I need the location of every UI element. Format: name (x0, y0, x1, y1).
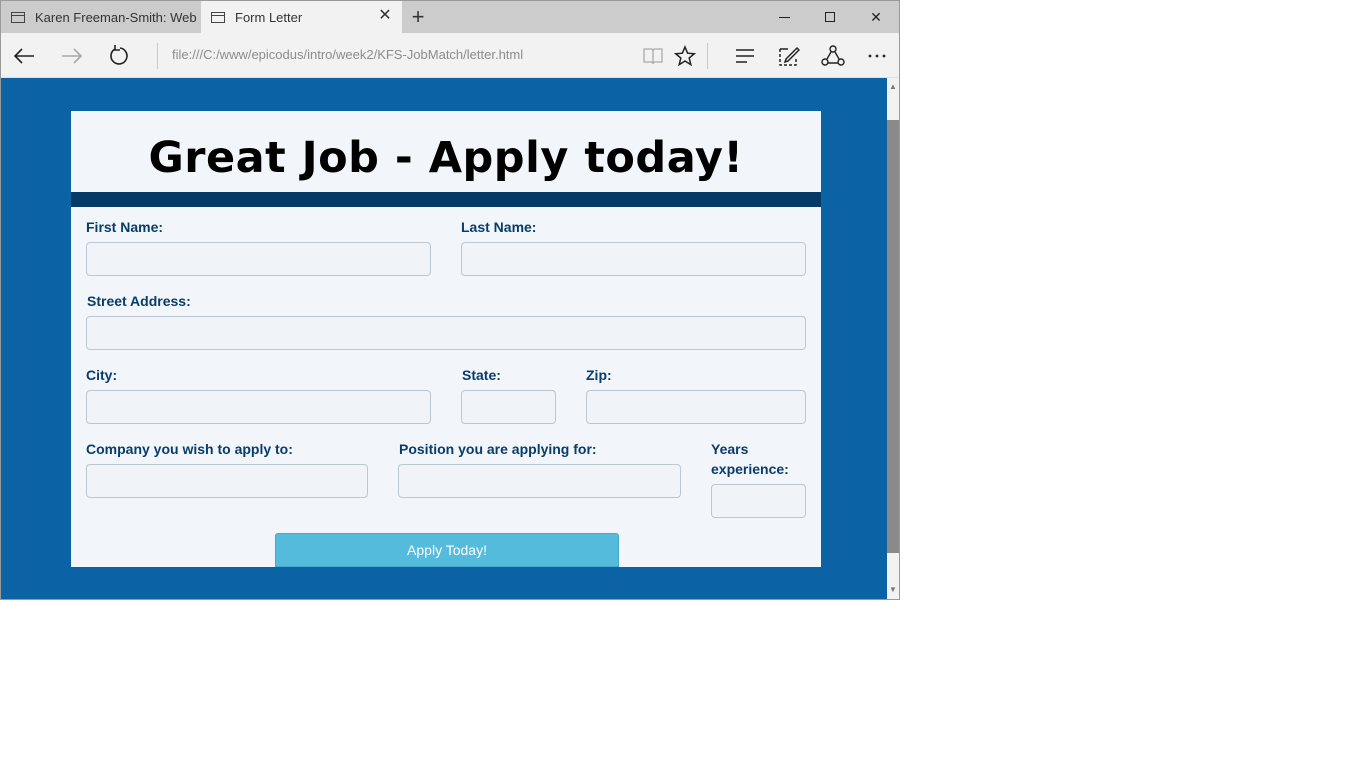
web-note-button[interactable] (774, 41, 804, 71)
page-icon (211, 11, 225, 23)
state-input[interactable] (461, 390, 556, 424)
last-name-label: Last Name: (461, 219, 537, 235)
last-name-input[interactable] (461, 242, 806, 276)
scrollbar-thumb[interactable] (887, 120, 899, 553)
form-card: Great Job - Apply today! First Name: Las… (71, 111, 821, 567)
address-bar[interactable]: file:///C:/www/epicodus/intro/week2/KFS-… (172, 47, 523, 62)
zip-input[interactable] (586, 390, 806, 424)
share-button[interactable] (818, 41, 848, 71)
divider (707, 43, 708, 69)
close-icon: ✕ (870, 8, 882, 25)
apply-today-button[interactable]: Apply Today! (275, 533, 619, 567)
years-label-line-1: Years (711, 441, 749, 457)
more-button[interactable] (862, 41, 892, 71)
browser-window: Karen Freeman-Smith: Web Form Letter ✕ +… (0, 0, 900, 600)
close-window-button[interactable]: ✕ (853, 1, 899, 33)
years-experience-input[interactable] (711, 484, 806, 518)
tab-form-letter[interactable]: Form Letter ✕ (201, 1, 402, 33)
back-button[interactable] (9, 41, 39, 71)
scroll-down-icon[interactable]: ▼ (887, 583, 899, 597)
first-name-input[interactable] (86, 242, 431, 276)
vertical-scrollbar[interactable]: ▲ ▼ (887, 78, 899, 599)
street-address-label: Street Address: (87, 293, 191, 309)
plus-icon: + (411, 4, 425, 29)
first-name-label: First Name: (86, 219, 164, 235)
forward-arrow-icon (62, 48, 83, 64)
hub-button[interactable] (730, 41, 760, 71)
new-tab-button[interactable]: + (402, 1, 434, 33)
address-toolbar: file:///C:/www/epicodus/intro/week2/KFS-… (1, 33, 899, 78)
scroll-up-icon[interactable]: ▲ (887, 80, 899, 94)
web-note-icon (779, 46, 800, 66)
share-icon (821, 45, 845, 66)
years-label-line-2: experience: (711, 461, 789, 477)
star-icon (674, 45, 696, 67)
tab-karen-freeman-smith[interactable]: Karen Freeman-Smith: Web (1, 1, 201, 33)
maximize-icon (825, 12, 835, 22)
minimize-icon (778, 16, 790, 18)
tab-title: Karen Freeman-Smith: Web (35, 9, 197, 25)
position-label: Position you are applying for: (399, 441, 597, 457)
forward-button[interactable] (57, 41, 87, 71)
tab-bar: Karen Freeman-Smith: Web Form Letter ✕ +… (1, 1, 899, 33)
close-tab-icon[interactable]: ✕ (378, 8, 392, 24)
page-title: Great Job - Apply today! (148, 133, 744, 183)
state-label: State: (462, 367, 501, 383)
refresh-icon (110, 45, 128, 65)
reading-view-icon (643, 48, 663, 65)
zip-label: Zip: (586, 367, 612, 383)
divider (157, 43, 158, 69)
company-label: Company you wish to apply to: (86, 441, 293, 457)
street-address-input[interactable] (86, 316, 806, 350)
reading-view-button[interactable] (638, 41, 668, 71)
header-divider (71, 192, 821, 207)
web-page: Great Job - Apply today! First Name: Las… (1, 78, 887, 599)
company-input[interactable] (86, 464, 368, 498)
window-controls: ✕ (761, 1, 899, 33)
minimize-button[interactable] (761, 1, 807, 33)
maximize-button[interactable] (807, 1, 853, 33)
back-arrow-icon (13, 48, 34, 64)
position-input[interactable] (398, 464, 681, 498)
refresh-button[interactable] (105, 41, 135, 71)
page-icon (11, 11, 25, 23)
tab-title: Form Letter (235, 9, 303, 25)
city-label: City: (86, 367, 118, 383)
hub-icon (736, 49, 754, 63)
favorite-button[interactable] (670, 41, 700, 71)
city-input[interactable] (86, 390, 431, 424)
years-experience-label: Years experience: (711, 439, 789, 479)
more-icon (868, 54, 886, 58)
